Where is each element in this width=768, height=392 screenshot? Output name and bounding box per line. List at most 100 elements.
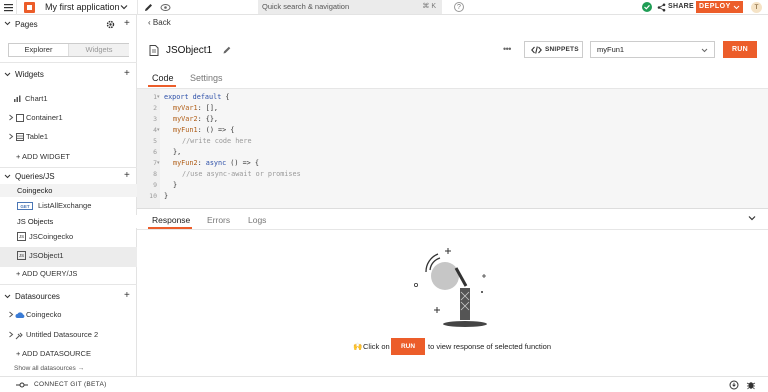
table-icon	[16, 133, 24, 141]
function-select[interactable]: myFun1	[590, 41, 715, 58]
code-line: myVar1: [],	[173, 104, 219, 112]
add-datasource-button[interactable]: + ADD DATASOURCE	[0, 345, 137, 363]
widgets-header[interactable]: Widgets	[15, 70, 44, 79]
datasource-item-coingecko[interactable]: Coingecko	[0, 306, 137, 324]
pages-header[interactable]: Pages	[15, 20, 38, 29]
datasource-label: Coingecko	[26, 310, 62, 319]
snippets-button[interactable]: SNIPPETS	[524, 41, 583, 58]
hint-suffix: to view response of selected function	[428, 342, 551, 351]
share-icon[interactable]	[657, 3, 666, 12]
code-line: myFun2: async () => {	[173, 159, 259, 167]
fold-icon[interactable]: ▾	[157, 94, 160, 100]
chevron-down-icon[interactable]	[4, 293, 11, 300]
menu-icon[interactable]	[3, 2, 14, 13]
tab-code[interactable]: Code	[152, 73, 174, 83]
line-number: 4	[153, 126, 157, 134]
help-icon[interactable]: ?	[454, 2, 464, 12]
help-circle-icon[interactable]	[729, 380, 739, 390]
fold-icon[interactable]: ▾	[157, 127, 160, 133]
code-editor[interactable]: 1 ▾ 2 3 4 ▾ 5 6 7 ▾ 8 9 10 export defaul…	[137, 88, 768, 209]
line-number: 6	[153, 148, 157, 156]
more-options-icon[interactable]: •••	[503, 44, 511, 54]
deploy-button[interactable]: DEPLOY	[696, 1, 743, 13]
response-tabs: Response Errors Logs	[137, 208, 768, 230]
widget-item-table[interactable]: Table1	[0, 128, 137, 146]
show-all-datasources-link[interactable]: Show all datasources →	[14, 365, 84, 372]
datasource-item-untitled[interactable]: Untitled Datasource 2	[0, 326, 137, 344]
git-icon	[16, 381, 28, 389]
tab-logs[interactable]: Logs	[248, 215, 266, 225]
eye-icon[interactable]	[160, 2, 171, 13]
app-name[interactable]: My first application	[45, 2, 120, 12]
chevron-down-icon[interactable]	[4, 71, 11, 78]
cloud-icon	[15, 311, 25, 319]
code-line: export default {	[164, 93, 230, 101]
widget-label: Container1	[26, 113, 63, 122]
fold-icon[interactable]: ▾	[157, 160, 160, 166]
edit-name-icon[interactable]	[222, 45, 232, 55]
datasources-header[interactable]: Datasources	[15, 292, 60, 301]
run-button[interactable]: RUN	[723, 41, 757, 58]
tab-code-underline	[148, 85, 176, 87]
avatar[interactable]: T	[751, 2, 762, 13]
chevron-down-icon[interactable]	[4, 20, 11, 27]
chevron-down-icon	[733, 5, 740, 10]
add-page-icon[interactable]: +	[124, 19, 130, 29]
widget-label: Chart1	[25, 94, 48, 103]
js-item-jscoingecko[interactable]: JS JSCoingecko	[0, 228, 137, 248]
chevron-right-icon[interactable]	[8, 133, 14, 140]
add-query-icon[interactable]: +	[124, 171, 130, 181]
deploy-label: DEPLOY	[699, 3, 731, 10]
share-button[interactable]: SHARE	[668, 3, 694, 10]
code-icon	[531, 46, 542, 54]
tab-explorer[interactable]: Explorer	[9, 44, 69, 56]
chevron-right-icon[interactable]	[8, 311, 14, 318]
tab-settings[interactable]: Settings	[190, 73, 223, 83]
hand-icon: 🙌	[353, 342, 363, 351]
snippets-label: SNIPPETS	[545, 46, 579, 53]
connect-git-button[interactable]: CONNECT GIT (BETA)	[34, 381, 107, 388]
add-widget-icon[interactable]: +	[124, 69, 130, 79]
js-label: JSObject1	[29, 251, 64, 260]
tab-errors[interactable]: Errors	[207, 215, 230, 225]
widget-item-container[interactable]: Container1	[0, 109, 137, 127]
collapse-chevron-icon[interactable]	[748, 214, 756, 222]
gear-icon[interactable]	[106, 20, 115, 29]
explorer-tabs: Explorer Widgets	[8, 43, 129, 57]
line-number: 2	[153, 104, 157, 112]
app-logo[interactable]	[24, 2, 35, 13]
js-item-jsobject1[interactable]: JS JSObject1	[0, 247, 137, 267]
tab-response[interactable]: Response	[152, 215, 190, 225]
chevron-right-icon[interactable]	[8, 331, 14, 338]
check-circle-icon	[642, 2, 652, 12]
pencil-icon[interactable]	[143, 2, 154, 13]
object-name[interactable]: JSObject1	[166, 45, 212, 56]
line-number: 1	[153, 93, 157, 101]
add-datasource-icon[interactable]: +	[124, 291, 130, 301]
datasource-label: Untitled Datasource 2	[26, 330, 99, 339]
empty-state-illustration	[410, 244, 500, 330]
widget-item-chart[interactable]: Chart1	[0, 90, 137, 108]
chevron-right-icon[interactable]	[8, 114, 14, 121]
line-number: 10	[149, 192, 157, 200]
chevron-down-icon[interactable]	[4, 173, 11, 180]
code-line: //use async-await or promises	[182, 170, 301, 178]
add-query-button[interactable]: + ADD QUERY/JS	[0, 265, 137, 283]
queries-header[interactable]: Queries/JS	[15, 172, 55, 181]
back-link[interactable]: ‹ Back	[148, 18, 171, 27]
code-line: myVar2: {},	[173, 115, 219, 123]
get-badge: GET	[17, 202, 33, 210]
tab-widgets[interactable]: Widgets	[69, 44, 129, 56]
query-item-listallexchange[interactable]: GET ListAllExchange	[0, 197, 137, 215]
bug-icon[interactable]	[746, 380, 756, 390]
search-bar[interactable]: Quick search & navigation ⌘ K	[258, 0, 442, 14]
chevron-down-icon[interactable]	[120, 3, 128, 11]
add-widget-button[interactable]: + ADD WIDGET	[0, 148, 137, 166]
search-shortcut: ⌘ K	[422, 3, 436, 10]
query-label: ListAllExchange	[38, 201, 92, 210]
js-icon: JS	[17, 251, 26, 260]
code-line: },	[173, 148, 182, 156]
add-widget-label: + ADD WIDGET	[16, 152, 70, 161]
widget-label: Table1	[26, 132, 49, 141]
hint-run-button[interactable]: RUN	[391, 338, 425, 355]
